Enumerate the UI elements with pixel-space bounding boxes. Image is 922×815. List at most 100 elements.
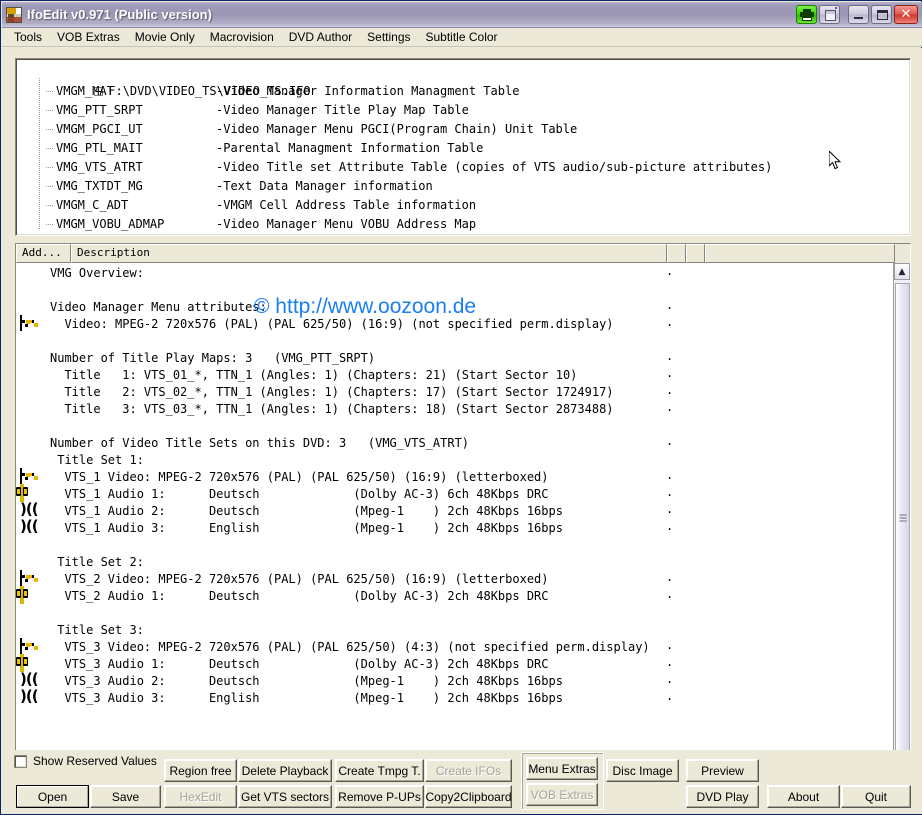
list-item[interactable] (16, 603, 910, 620)
row-icon-gutter (16, 433, 50, 450)
row-trailing-dot: . (666, 672, 674, 686)
create-tmpg-t-button[interactable]: Create Tmpg T. (335, 759, 424, 782)
row-icon-gutter (16, 484, 50, 502)
video-filmstrip-icon (20, 638, 40, 654)
list-item[interactable]: Video: MPEG-2 720x576 (PAL) (PAL 625/50)… (16, 314, 910, 331)
tree-branch-tick (46, 224, 54, 225)
close-button[interactable]: ✕ (894, 5, 918, 24)
list-item[interactable]: Title 2: VTS_02_*, TTN_1 (Angles: 1) (Ch… (16, 382, 910, 399)
tree-node-description: -Video Manager Menu PGCI(Program Chain) … (216, 122, 578, 136)
menu-item-tools[interactable]: Tools (7, 28, 49, 46)
disc-image-button[interactable]: Disc Image (606, 759, 679, 782)
row-trailing-dot: . (666, 264, 674, 278)
scroll-up-button[interactable]: ▲ (894, 263, 910, 280)
ifo-detail-list[interactable]: Add... Description VMG Overview:. Video M… (15, 243, 911, 793)
column-header-spacer-2[interactable] (686, 244, 705, 263)
menu-item-movie-only[interactable]: Movie Only (128, 28, 202, 46)
column-header-spacer-1[interactable] (667, 244, 686, 263)
column-header-add[interactable]: Add... (16, 244, 71, 263)
list-item[interactable]: VTS_3 Audio 1: Deutsch (Dolby AC-3) 2ch … (16, 654, 910, 672)
list-item[interactable]: Title Set 3: (16, 620, 910, 637)
print-button[interactable] (796, 5, 817, 24)
tree-root-node[interactable]: F:\DVD\VIDEO_TS\VIDEO_TS.IFO (22, 63, 910, 98)
delete-playback-button[interactable]: Delete Playback (238, 759, 332, 782)
list-item[interactable]: Title Set 2: (16, 552, 910, 569)
about-button[interactable]: About (767, 785, 840, 808)
minimize-button[interactable] (848, 5, 869, 24)
tree-node-description: -Text Data Manager information (216, 179, 433, 193)
row-icon-gutter (16, 467, 50, 484)
preview-button[interactable]: Preview (686, 759, 759, 782)
list-item[interactable] (16, 416, 910, 433)
list-item[interactable]: Number of Title Play Maps: 3 (VMG_PTT_SR… (16, 348, 910, 365)
list-item[interactable]: VMG Overview:. (16, 263, 910, 280)
list-item[interactable]: Title 3: VTS_03_*, TTN_1 (Angles: 1) (Ch… (16, 399, 910, 416)
list-item[interactable]: VTS_2 Audio 1: Deutsch (Dolby AC-3) 2ch … (16, 586, 910, 604)
tree-node-vmg-ptl-mait[interactable]: VMG_PTL_MAIT -Parental Managment Informat… (22, 139, 910, 158)
open-button[interactable]: Open (16, 785, 89, 808)
list-item[interactable]: Number of Video Title Sets on this DVD: … (16, 433, 910, 450)
list-item[interactable]: VTS_1 Audio 1: Deutsch (Dolby AC-3) 6ch … (16, 484, 910, 502)
list-item[interactable]: )(( VTS_1 Audio 2: Deutsch (Mpeg-1 ) 2ch… (16, 501, 910, 519)
save-button[interactable]: Save (90, 785, 161, 808)
ifo-tree-view[interactable]: F:\DVD\VIDEO_TS\VIDEO_TS.IFO VMGM_MAT -Vi… (15, 58, 911, 236)
row-trailing-dot: . (666, 485, 674, 499)
show-reserved-values-row[interactable]: Show Reserved Values (14, 754, 157, 768)
tree-node-vmgm-vobu-admap[interactable]: VMGM_VOBU_ADMAP -Video Manager Menu VOBU … (22, 215, 910, 234)
column-header-spacer-3[interactable] (705, 244, 895, 263)
list-header: Add... Description (16, 244, 910, 263)
tree-node-name: VMGM_PGCI_UT (56, 122, 143, 136)
list-item[interactable]: )(( VTS_1 Audio 3: English (Mpeg-1 ) 2ch… (16, 518, 910, 536)
list-item[interactable]: VTS_1 Video: MPEG-2 720x576 (PAL) (PAL 6… (16, 467, 910, 484)
scrollbar-thumb[interactable] (895, 283, 910, 753)
list-item[interactable]: Video Manager Menu attributes:. (16, 297, 910, 314)
tree-node-vmg-vts-atrt[interactable]: VMG_VTS_ATRT -Video Title set Attribute T… (22, 158, 910, 177)
window-list-button[interactable] (819, 5, 840, 24)
tree-node-vmgm-c-adt[interactable]: VMGM_C_ADT -VMGM Cell Address Table infor… (22, 196, 910, 215)
dvd-play-button[interactable]: DVD Play (686, 785, 759, 808)
list-item[interactable] (16, 280, 910, 297)
maximize-button[interactable] (871, 5, 892, 24)
show-reserved-values-checkbox[interactable] (14, 754, 27, 768)
ifoedit-icon (6, 6, 22, 23)
vertical-scrollbar[interactable]: ▲ ▼ (893, 263, 910, 792)
tree-node-vmgm-mat[interactable]: VMGM_MAT -Video Manager Information Manag… (22, 82, 910, 101)
list-item[interactable]: )(( VTS_3 Audio 3: English (Mpeg-1 ) 2ch… (16, 688, 910, 706)
list-item[interactable] (16, 331, 910, 348)
list-item[interactable]: Title 1: VTS_01_*, TTN_1 (Angles: 1) (Ch… (16, 365, 910, 382)
row-icon-gutter (16, 382, 50, 399)
row-icon-gutter (16, 280, 50, 297)
menu-extras-button[interactable]: Menu Extras (526, 757, 598, 780)
remove-p-ups-button[interactable]: Remove P-UPs (335, 785, 424, 808)
menu-item-vob-extras[interactable]: VOB Extras (50, 28, 127, 46)
tree-node-vmg-txtdt-mg[interactable]: VMG_TXTDT_MG -Text Data Manager informati… (22, 177, 910, 196)
menu-item-settings[interactable]: Settings (360, 28, 417, 46)
purple-dot-icon (835, 7, 837, 9)
quit-button[interactable]: Quit (841, 785, 911, 808)
list-item[interactable]: )(( VTS_3 Audio 2: Deutsch (Mpeg-1 ) 2ch… (16, 671, 910, 689)
menu-item-dvd-author[interactable]: DVD Author (282, 28, 359, 46)
list-body[interactable]: VMG Overview:. Video Manager Menu attribu… (16, 263, 910, 792)
tree-node-vmgm-pgci-ut[interactable]: VMGM_PGCI_UT -Video Manager Menu PGCI(Pro… (22, 120, 910, 139)
region-free-button[interactable]: Region free (164, 759, 237, 782)
row-trailing-dot: . (666, 638, 674, 652)
copy2clipboard-button[interactable]: Copy2Clipboard (425, 785, 512, 808)
tree-branch-tick (46, 148, 54, 149)
tree-node-vmg-ptt-srpt[interactable]: VMG_PTT_SRPT -Video Manager Title Play Ma… (22, 101, 910, 120)
tree-node-name: VMGM_MAT (56, 84, 114, 98)
row-icon-gutter (16, 654, 50, 672)
list-item[interactable] (16, 535, 910, 552)
list-item[interactable]: Title Set 1: (16, 450, 910, 467)
menu-item-macrovision[interactable]: Macrovision (203, 28, 281, 46)
get-vts-sectors-button[interactable]: Get VTS sectors (238, 785, 332, 808)
row-trailing-dot (666, 280, 910, 297)
row-icon-gutter (16, 569, 50, 586)
menu-item-subtitle-color[interactable]: Subtitle Color (419, 28, 505, 46)
list-item[interactable]: VTS_3 Video: MPEG-2 720x576 (PAL) (PAL 6… (16, 637, 910, 654)
tree-content: F:\DVD\VIDEO_TS\VIDEO_TS.IFO VMGM_MAT -Vi… (16, 59, 910, 235)
list-item[interactable]: VTS_2 Video: MPEG-2 720x576 (PAL) (PAL 6… (16, 569, 910, 586)
column-header-description[interactable]: Description (71, 244, 667, 263)
ifoedit-window: IfoEdit v0.971 (Public version) ✕ Tools … (0, 0, 922, 815)
row-trailing-dot: . (666, 400, 674, 414)
row-trailing-dot: . (666, 655, 674, 669)
